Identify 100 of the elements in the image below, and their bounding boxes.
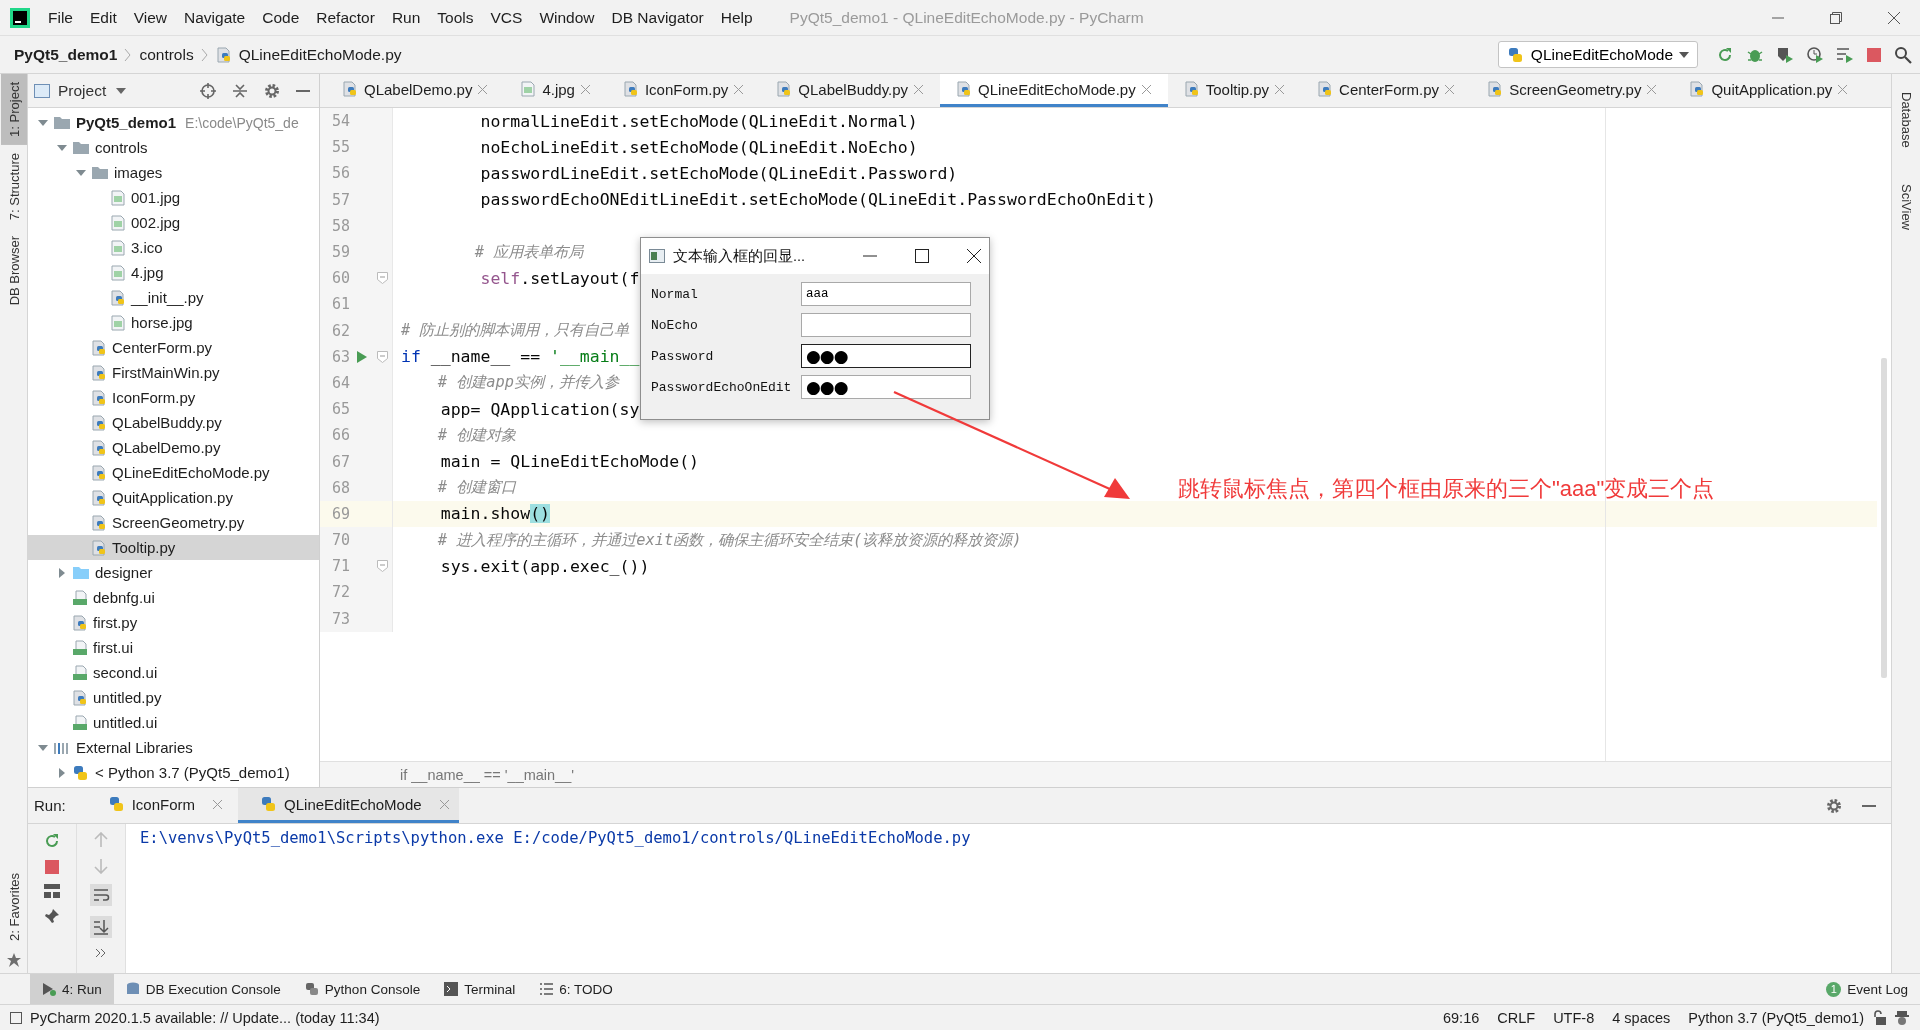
tree-item[interactable]: ScreenGeometry.py [28, 510, 319, 535]
maximize-icon[interactable] [915, 249, 929, 263]
editor-breadcrumb[interactable]: if __name__ == '__main__' [320, 761, 1891, 787]
square-icon[interactable] [10, 1011, 22, 1024]
tool-window-tab[interactable]: 7: Structure [0, 144, 27, 229]
tree-item[interactable]: QuitApplication.py [28, 485, 319, 510]
tree-item[interactable]: QLabelBuddy.py [28, 410, 319, 435]
tool-window-tab[interactable]: 1: Project [0, 74, 27, 145]
run-configuration-dropdown[interactable]: QLineEditEchoMode [1497, 41, 1698, 68]
tree-item[interactable]: PyQt5_demo1 E:\code\PyQt5_de [28, 110, 319, 135]
breadcrumb-item[interactable]: QLineEditEchoMode.py [238, 45, 402, 64]
input-field[interactable] [801, 313, 971, 337]
status-item[interactable]: Python 3.7 (PyQt5_demo1) [1688, 1009, 1864, 1026]
editor-tab[interactable]: QLabelBuddy.py [760, 74, 941, 107]
tool-window-tab[interactable]: SciView [1893, 175, 1919, 238]
lock-icon[interactable] [1872, 1009, 1886, 1026]
project-view-dropdown[interactable]: Project [58, 81, 127, 100]
tool-window-tab[interactable]: Database [1893, 84, 1919, 156]
expanded-arrow-icon[interactable] [57, 142, 67, 153]
rerun-icon[interactable] [43, 832, 61, 850]
tool-window-tab[interactable]: 4: Run [30, 974, 114, 1004]
menu-item[interactable]: Run [391, 8, 421, 27]
tree-item[interactable]: designer [28, 560, 319, 585]
fold-marker-icon[interactable] [376, 560, 388, 573]
collapsed-arrow-icon[interactable] [57, 767, 67, 778]
fold-marker-icon[interactable] [376, 350, 388, 363]
menu-item[interactable]: DB Navigator [611, 8, 704, 27]
expanded-arrow-icon[interactable] [38, 742, 48, 753]
editor-tab[interactable]: 4.jpg [504, 74, 607, 107]
shield-play-icon[interactable] [1776, 45, 1794, 64]
breadcrumb-item[interactable]: controls [139, 45, 194, 64]
tree-item[interactable]: second.ui [28, 660, 319, 685]
tree-item[interactable]: FirstMainWin.py [28, 360, 319, 385]
event-log-button[interactable]: 1 Event Log [1814, 974, 1920, 1004]
close-icon[interactable] [1888, 11, 1900, 24]
collapsed-arrow-icon[interactable] [57, 567, 67, 578]
expanded-arrow-icon[interactable] [38, 117, 48, 128]
tool-window-tab[interactable]: DB Execution Console [113, 974, 293, 1004]
rerun-icon[interactable] [1716, 45, 1734, 64]
editor-tab[interactable]: Tooltip.py [1167, 74, 1302, 107]
tree-item[interactable]: first.py [28, 610, 319, 635]
run-tab[interactable]: IconForm [85, 788, 233, 823]
input-field[interactable]: aaa [801, 282, 971, 306]
editor-tab[interactable]: IconForm.py [606, 74, 761, 107]
close-icon[interactable] [967, 249, 981, 263]
editor-tab[interactable]: CenterForm.py [1301, 74, 1472, 107]
tree-item[interactable]: QLabelDemo.py [28, 435, 319, 460]
soft-wrap-icon[interactable] [90, 884, 112, 906]
menu-item[interactable]: View [133, 8, 168, 27]
locate-icon[interactable] [199, 81, 217, 100]
tree-item[interactable]: 3.ico [28, 235, 319, 260]
status-item[interactable]: 4 spaces [1612, 1009, 1671, 1026]
tree-item[interactable]: horse.jpg [28, 310, 319, 335]
list-play-icon[interactable] [1836, 45, 1854, 64]
tree-item[interactable]: debnfg.ui [28, 585, 319, 610]
restore-icon[interactable] [1830, 11, 1842, 24]
editor-tab[interactable]: QuitApplication.py [1673, 74, 1865, 107]
settings-icon[interactable] [1825, 796, 1843, 815]
run-tab[interactable]: QLineEditEchoMode [238, 788, 459, 823]
status-item[interactable]: CRLF [1497, 1009, 1536, 1026]
editor-tab[interactable]: QLabelDemo.py [326, 74, 505, 107]
tree-item[interactable]: 002.jpg [28, 210, 319, 235]
menu-item[interactable]: Window [539, 8, 595, 27]
tree-item[interactable]: IconForm.py [28, 385, 319, 410]
tree-item[interactable]: Tooltip.py [28, 535, 319, 560]
menu-item[interactable]: Refactor [316, 8, 375, 27]
stop-icon[interactable] [1866, 46, 1882, 63]
tree-item[interactable]: first.ui [28, 635, 319, 660]
scroll-thumb-icon[interactable] [1881, 358, 1887, 678]
pin-icon[interactable] [44, 908, 60, 924]
editor-tab[interactable]: QLineEditEchoMode.py [940, 74, 1168, 107]
tool-window-tab[interactable]: DB Browser [0, 228, 27, 314]
tree-item[interactable]: CenterForm.py [28, 335, 319, 360]
status-item[interactable]: 69:16 [1442, 1009, 1480, 1026]
tree-item[interactable]: QLineEditEchoMode.py [28, 460, 319, 485]
tree-item[interactable]: untitled.ui [28, 710, 319, 735]
breadcrumb-item[interactable]: PyQt5_demo1 [14, 45, 118, 64]
expanded-arrow-icon[interactable] [76, 167, 86, 178]
layout-icon[interactable] [44, 884, 60, 898]
run-arrow-icon[interactable] [356, 349, 368, 364]
tool-window-tab[interactable]: Python Console [292, 974, 433, 1004]
menu-item[interactable]: Help [720, 8, 753, 27]
tool-window-tab[interactable]: 6: TODO [527, 974, 625, 1004]
menu-item[interactable]: Navigate [184, 8, 246, 27]
input-field[interactable]: ●●● [801, 344, 971, 368]
tree-item[interactable]: External Libraries [28, 735, 319, 760]
settings-icon[interactable] [263, 81, 281, 100]
tool-window-tab[interactable]: Terminal [432, 974, 528, 1004]
tool-window-tab[interactable]: 2: Favorites [0, 865, 27, 949]
tree-item[interactable]: controls [28, 135, 319, 160]
more-chevron-icon[interactable] [95, 948, 107, 958]
menu-item[interactable]: VCS [490, 8, 523, 27]
inspector-icon[interactable] [1894, 1009, 1910, 1026]
star-icon[interactable] [6, 953, 21, 967]
menu-item[interactable]: File [48, 8, 73, 27]
tree-item[interactable]: 001.jpg [28, 185, 319, 210]
input-field[interactable]: ●●● [801, 375, 971, 399]
menu-item[interactable]: Code [262, 8, 300, 27]
menu-item[interactable]: Edit [90, 8, 117, 27]
tree-item[interactable]: images [28, 160, 319, 185]
